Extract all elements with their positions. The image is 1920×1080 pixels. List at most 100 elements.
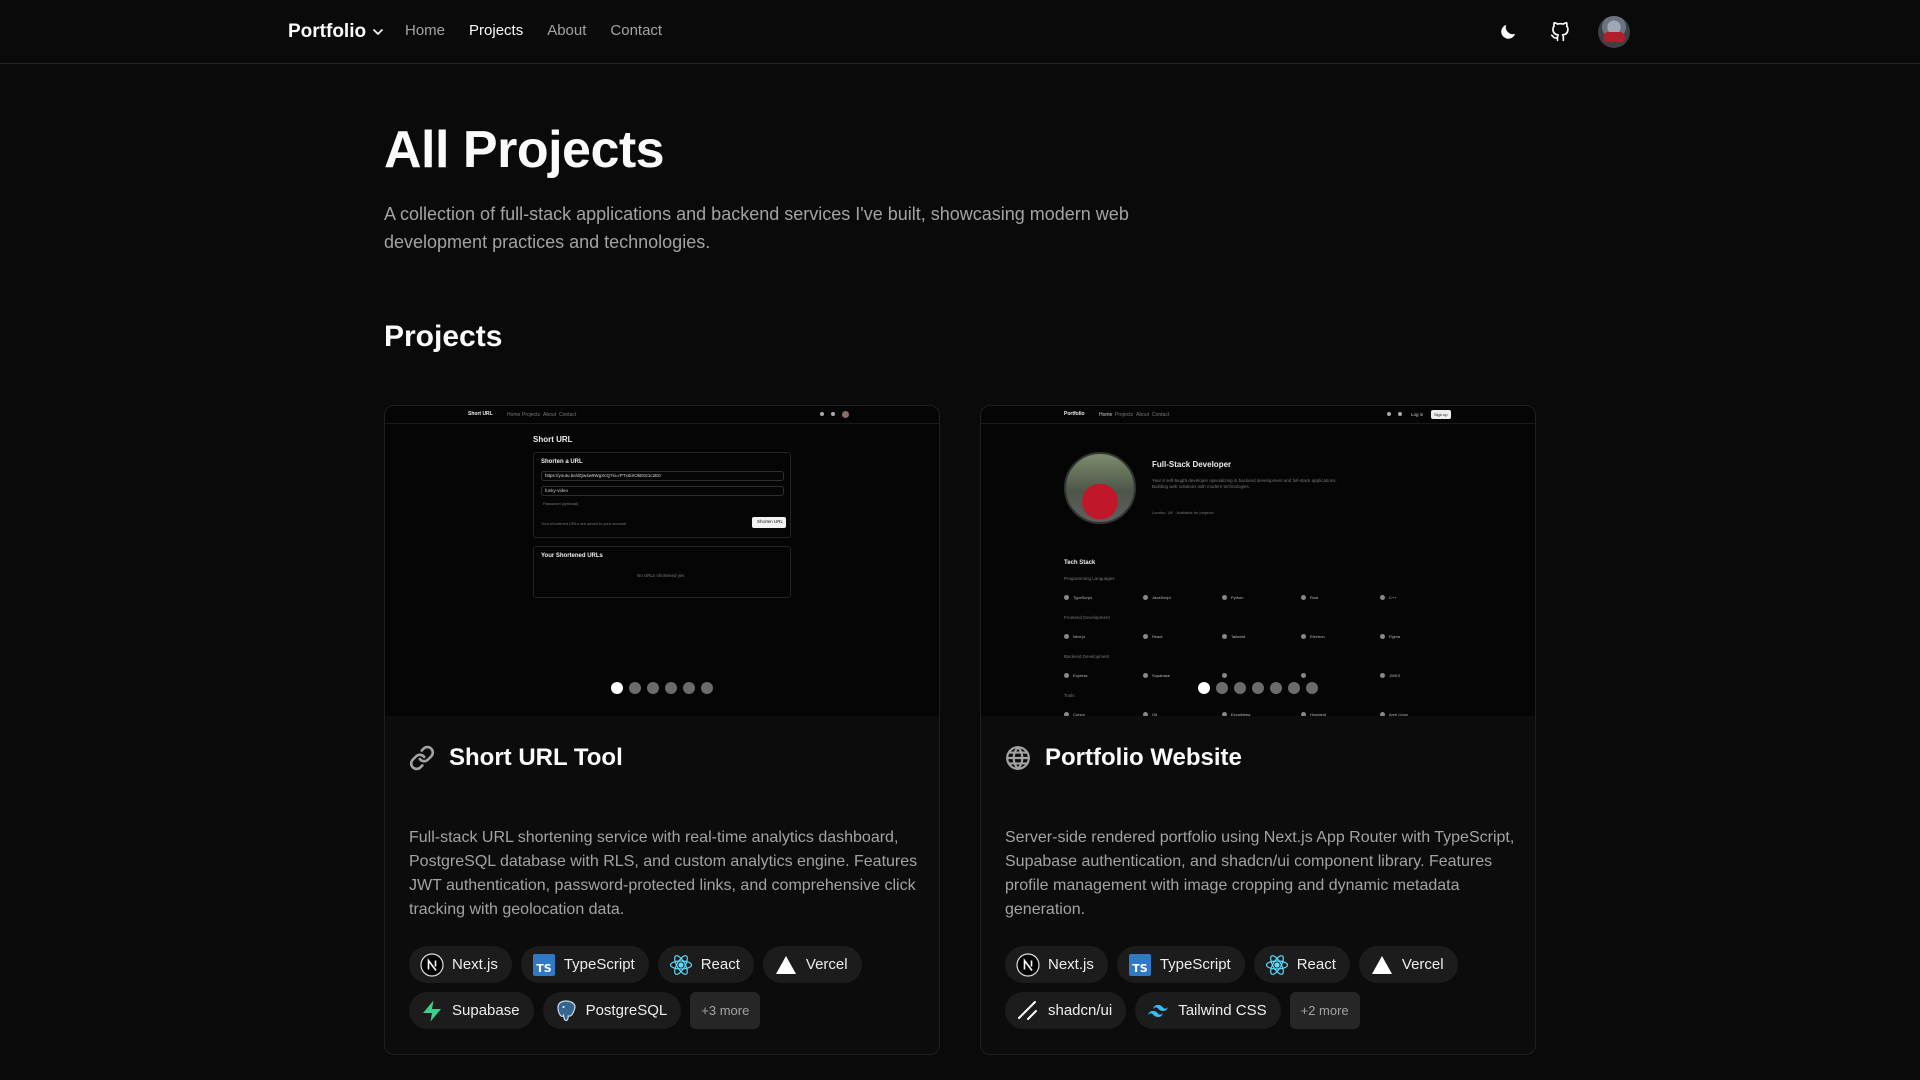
carousel-dot[interactable] <box>611 682 623 694</box>
preview-stack-icon <box>1064 712 1069 716</box>
carousel-dot[interactable] <box>1270 682 1282 694</box>
preview-nav-projects: Projects <box>1115 412 1134 418</box>
preview-nav-about: About <box>543 412 557 418</box>
tag-label: Supabase <box>452 1002 520 1019</box>
carousel-dot[interactable] <box>647 682 659 694</box>
preview-alias-input: funky-video <box>541 486 784 496</box>
tag-nextjs[interactable]: Next.js <box>1005 946 1108 983</box>
preview-brand: Short URL <box>468 411 493 417</box>
tag-react[interactable]: React <box>657 946 754 983</box>
carousel-dot[interactable] <box>1288 682 1300 694</box>
preview-stack-item: JWKS <box>1389 673 1401 678</box>
preview-signup-button: Sign up <box>1431 410 1451 419</box>
preview-url-value: https://youtu.be/dQw4w9WgXcQ?si=rPTx0iXO… <box>545 473 661 478</box>
preview-stack-item: Arch Linux <box>1389 712 1408 716</box>
preview-shorten-button: Shorten URL <box>752 517 786 528</box>
project-title[interactable]: Short URL Tool <box>449 744 623 772</box>
preview-stack-icon <box>1222 673 1227 678</box>
tag-supabase[interactable]: Supabase <box>409 992 534 1029</box>
preview-stack-item: C++ <box>1389 595 1397 600</box>
preview-stack-item: Tailwind <box>1231 634 1246 639</box>
carousel-dots <box>385 682 939 694</box>
carousel-dot[interactable] <box>1216 682 1228 694</box>
project-card-portfolio[interactable]: Portfolio Home Projects About Contact Lo… <box>980 405 1536 1055</box>
project-title[interactable]: Portfolio Website <box>1045 744 1242 772</box>
tag-nextjs[interactable]: Next.js <box>409 946 512 983</box>
tech-tags: Next.js TS TypeScript React Vercel shadc… <box>1005 946 1515 1029</box>
preview-stack-item: Express <box>1073 673 1088 678</box>
preview-stack-icon <box>1222 712 1227 716</box>
preview-signup-label: Sign up <box>1434 412 1448 417</box>
preview-stack-icon <box>1301 712 1306 716</box>
preview-list-title: Your Shortened URLs <box>541 553 603 559</box>
preview-stack-title: Tech Stack <box>1064 560 1096 566</box>
preview-stack-icon <box>1380 595 1385 600</box>
tag-label: Next.js <box>452 956 498 973</box>
more-tags-button[interactable]: +2 more <box>1289 992 1360 1029</box>
tag-tailwind[interactable]: Tailwind CSS <box>1135 992 1281 1029</box>
preview-stack-item: JavaScript <box>1152 595 1171 600</box>
preview-form-title: Shorten a URL <box>541 459 583 465</box>
carousel-dot[interactable] <box>1234 682 1246 694</box>
project-header: Portfolio Website <box>1005 744 1242 772</box>
more-tags-button[interactable]: +3 more <box>690 992 761 1029</box>
carousel-dot[interactable] <box>701 682 713 694</box>
theme-toggle-button[interactable] <box>1490 14 1526 50</box>
page-title: All Projects <box>384 121 665 179</box>
tag-typescript[interactable]: TS TypeScript <box>520 946 649 983</box>
tag-react[interactable]: React <box>1253 946 1350 983</box>
preview-stack-item: Next.js <box>1073 634 1086 639</box>
tag-postgresql[interactable]: PostgreSQL <box>542 992 682 1029</box>
link-icon <box>409 745 435 771</box>
preview-stack-item: Hyprland <box>1310 712 1327 716</box>
tag-label: Vercel <box>1401 956 1444 973</box>
user-avatar[interactable] <box>1598 16 1630 48</box>
carousel-dot[interactable] <box>1306 682 1318 694</box>
preview-stack-icon <box>1301 673 1306 678</box>
brand-label: Portfolio <box>288 21 367 42</box>
svg-text:TS: TS <box>1132 962 1148 975</box>
nav-link-about[interactable]: About <box>547 22 586 39</box>
tag-label: Tailwind CSS <box>1178 1002 1267 1019</box>
react-icon <box>669 954 692 975</box>
tag-typescript[interactable]: TS TypeScript <box>1116 946 1245 983</box>
preview-heading: Full-Stack Developer <box>1152 460 1232 469</box>
moon-icon <box>1501 24 1516 39</box>
project-screenshot-carousel[interactable]: Portfolio Home Projects About Contact Lo… <box>981 406 1535 716</box>
preview-empty-text: No URLs shortened yet. <box>637 573 686 578</box>
tag-label: shadcn/ui <box>1048 1002 1113 1019</box>
nav-link-projects[interactable]: Projects <box>469 22 523 39</box>
preview-heading: Short URL <box>533 435 573 444</box>
nav-actions <box>1490 14 1630 50</box>
tag-label: TypeScript <box>1159 956 1231 973</box>
tag-label: Next.js <box>1048 956 1094 973</box>
preview-meta: London, UK · Available for projects <box>1152 510 1214 515</box>
preview-alias-value: funky-video <box>545 488 569 493</box>
brand-menu[interactable]: Portfolio <box>288 20 386 44</box>
github-button[interactable] <box>1542 14 1578 50</box>
preview-url-input: https://youtu.be/dQw4w9WgXcQ?si=rPTx0iXO… <box>541 471 784 481</box>
project-description: Full-stack URL shortening service with r… <box>409 829 918 918</box>
nav-link-contact[interactable]: Contact <box>610 22 662 39</box>
project-header: Short URL Tool <box>409 744 623 772</box>
preview-stack-item: Electron <box>1310 634 1325 639</box>
carousel-dot[interactable] <box>665 682 677 694</box>
page-description: A collection of full-stack applications … <box>384 204 1129 252</box>
tag-label: Vercel <box>805 956 848 973</box>
carousel-dot[interactable] <box>683 682 695 694</box>
project-screenshot-carousel[interactable]: Short URL Home Projects About Contact Sh… <box>385 406 939 716</box>
carousel-dot[interactable] <box>1198 682 1210 694</box>
preview-stack-item: Git <box>1152 712 1158 716</box>
project-card-short-url[interactable]: Short URL Home Projects About Contact Sh… <box>384 405 940 1055</box>
preview-stack-item: TypeScript <box>1073 595 1092 600</box>
github-icon <box>1550 22 1569 42</box>
carousel-dot[interactable] <box>1252 682 1264 694</box>
tag-vercel[interactable]: Vercel <box>762 946 862 983</box>
tag-vercel[interactable]: Vercel <box>1358 946 1458 983</box>
preview-stack-icon <box>1143 673 1148 678</box>
carousel-dot[interactable] <box>629 682 641 694</box>
preview-stack-item: Excalidraw <box>1231 712 1251 716</box>
tag-shadcn[interactable]: shadcn/ui <box>1005 992 1127 1029</box>
nav-link-home[interactable]: Home <box>405 22 445 39</box>
carousel-dots <box>981 682 1535 694</box>
